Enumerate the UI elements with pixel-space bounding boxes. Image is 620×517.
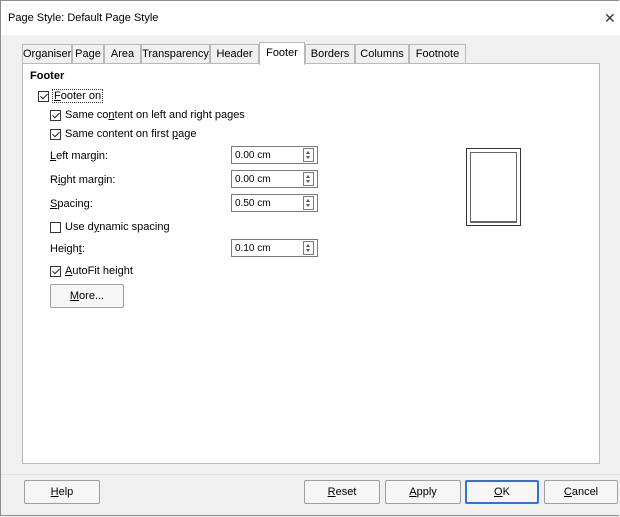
autofit-height-label: AutoFit height bbox=[65, 265, 133, 277]
spacing-label: Spacing: bbox=[50, 198, 93, 210]
height-value[interactable]: 0.10 cm bbox=[235, 243, 271, 254]
same-content-left-right-label: Same content on left and right pages bbox=[65, 109, 245, 121]
tab-page[interactable]: Page bbox=[72, 44, 104, 63]
dynamic-spacing-label: Use dynamic spacing bbox=[65, 221, 170, 233]
dialog-title: Page Style: Default Page Style bbox=[8, 12, 159, 24]
tab-footer[interactable]: Footer bbox=[259, 42, 305, 65]
right-margin-spinbox[interactable]: 0.00 cm bbox=[231, 170, 318, 188]
title-bar: Page Style: Default Page Style ✕ bbox=[1, 1, 620, 35]
right-margin-spin-arrows-icon[interactable] bbox=[303, 172, 314, 186]
tab-organiser[interactable]: Organiser bbox=[22, 44, 72, 63]
dynamic-spacing-check-icon[interactable] bbox=[50, 221, 61, 233]
cancel-button[interactable]: Cancel bbox=[544, 480, 618, 504]
tab-transparency[interactable]: Transparency bbox=[141, 44, 210, 63]
bottom-separator bbox=[1, 474, 620, 475]
ok-button[interactable]: OK bbox=[465, 480, 539, 504]
height-label: Height: bbox=[50, 243, 85, 255]
spacing-spin-arrows-icon[interactable] bbox=[303, 196, 314, 210]
same-content-first-page-check-icon[interactable] bbox=[50, 128, 61, 140]
same-content-first-page-checkbox[interactable]: Same content on first page bbox=[50, 127, 196, 141]
tab-header[interactable]: Header bbox=[210, 44, 259, 63]
autofit-height-check-icon[interactable] bbox=[50, 265, 61, 277]
left-margin-spin-arrows-icon[interactable] bbox=[303, 148, 314, 162]
footer-section-title: Footer bbox=[30, 70, 65, 82]
left-margin-spinbox[interactable]: 0.00 cm bbox=[231, 146, 318, 164]
footer-on-check-icon[interactable] bbox=[38, 90, 49, 102]
left-margin-value[interactable]: 0.00 cm bbox=[235, 150, 271, 161]
autofit-height-checkbox[interactable]: AutoFit height bbox=[50, 264, 133, 278]
right-margin-value[interactable]: 0.00 cm bbox=[235, 174, 271, 185]
height-spinbox[interactable]: 0.10 cm bbox=[231, 239, 318, 257]
tab-columns[interactable]: Columns bbox=[355, 44, 409, 63]
page-preview-content-area bbox=[470, 152, 517, 222]
tab-borders[interactable]: Borders bbox=[305, 44, 355, 63]
tab-footnote[interactable]: Footnote bbox=[409, 44, 466, 63]
apply-button[interactable]: Apply bbox=[385, 480, 461, 504]
dialog-window: Page Style: Default Page Style ✕ Organis… bbox=[0, 0, 620, 516]
spacing-spinbox[interactable]: 0.50 cm bbox=[231, 194, 318, 212]
spacing-value[interactable]: 0.50 cm bbox=[235, 198, 271, 209]
tab-area[interactable]: Area bbox=[104, 44, 141, 63]
page-preview bbox=[466, 148, 521, 226]
footer-on-label: Footer on bbox=[51, 89, 104, 103]
same-content-left-right-checkbox[interactable]: Same content on left and right pages bbox=[50, 108, 245, 122]
help-button[interactable]: Help bbox=[24, 480, 100, 504]
footer-on-checkbox[interactable]: Footer on bbox=[38, 89, 104, 103]
more-button[interactable]: More... bbox=[50, 284, 124, 308]
same-content-first-page-label: Same content on first page bbox=[65, 128, 197, 140]
left-margin-label: Left margin: bbox=[50, 150, 109, 162]
page-preview-footer-line bbox=[470, 222, 517, 223]
reset-button[interactable]: Reset bbox=[304, 480, 380, 504]
right-margin-label: Right margin: bbox=[50, 174, 116, 186]
dynamic-spacing-checkbox[interactable]: Use dynamic spacing bbox=[50, 220, 170, 234]
height-spin-arrows-icon[interactable] bbox=[303, 241, 314, 255]
close-icon[interactable]: ✕ bbox=[604, 9, 620, 27]
same-content-left-right-check-icon[interactable] bbox=[50, 109, 61, 121]
